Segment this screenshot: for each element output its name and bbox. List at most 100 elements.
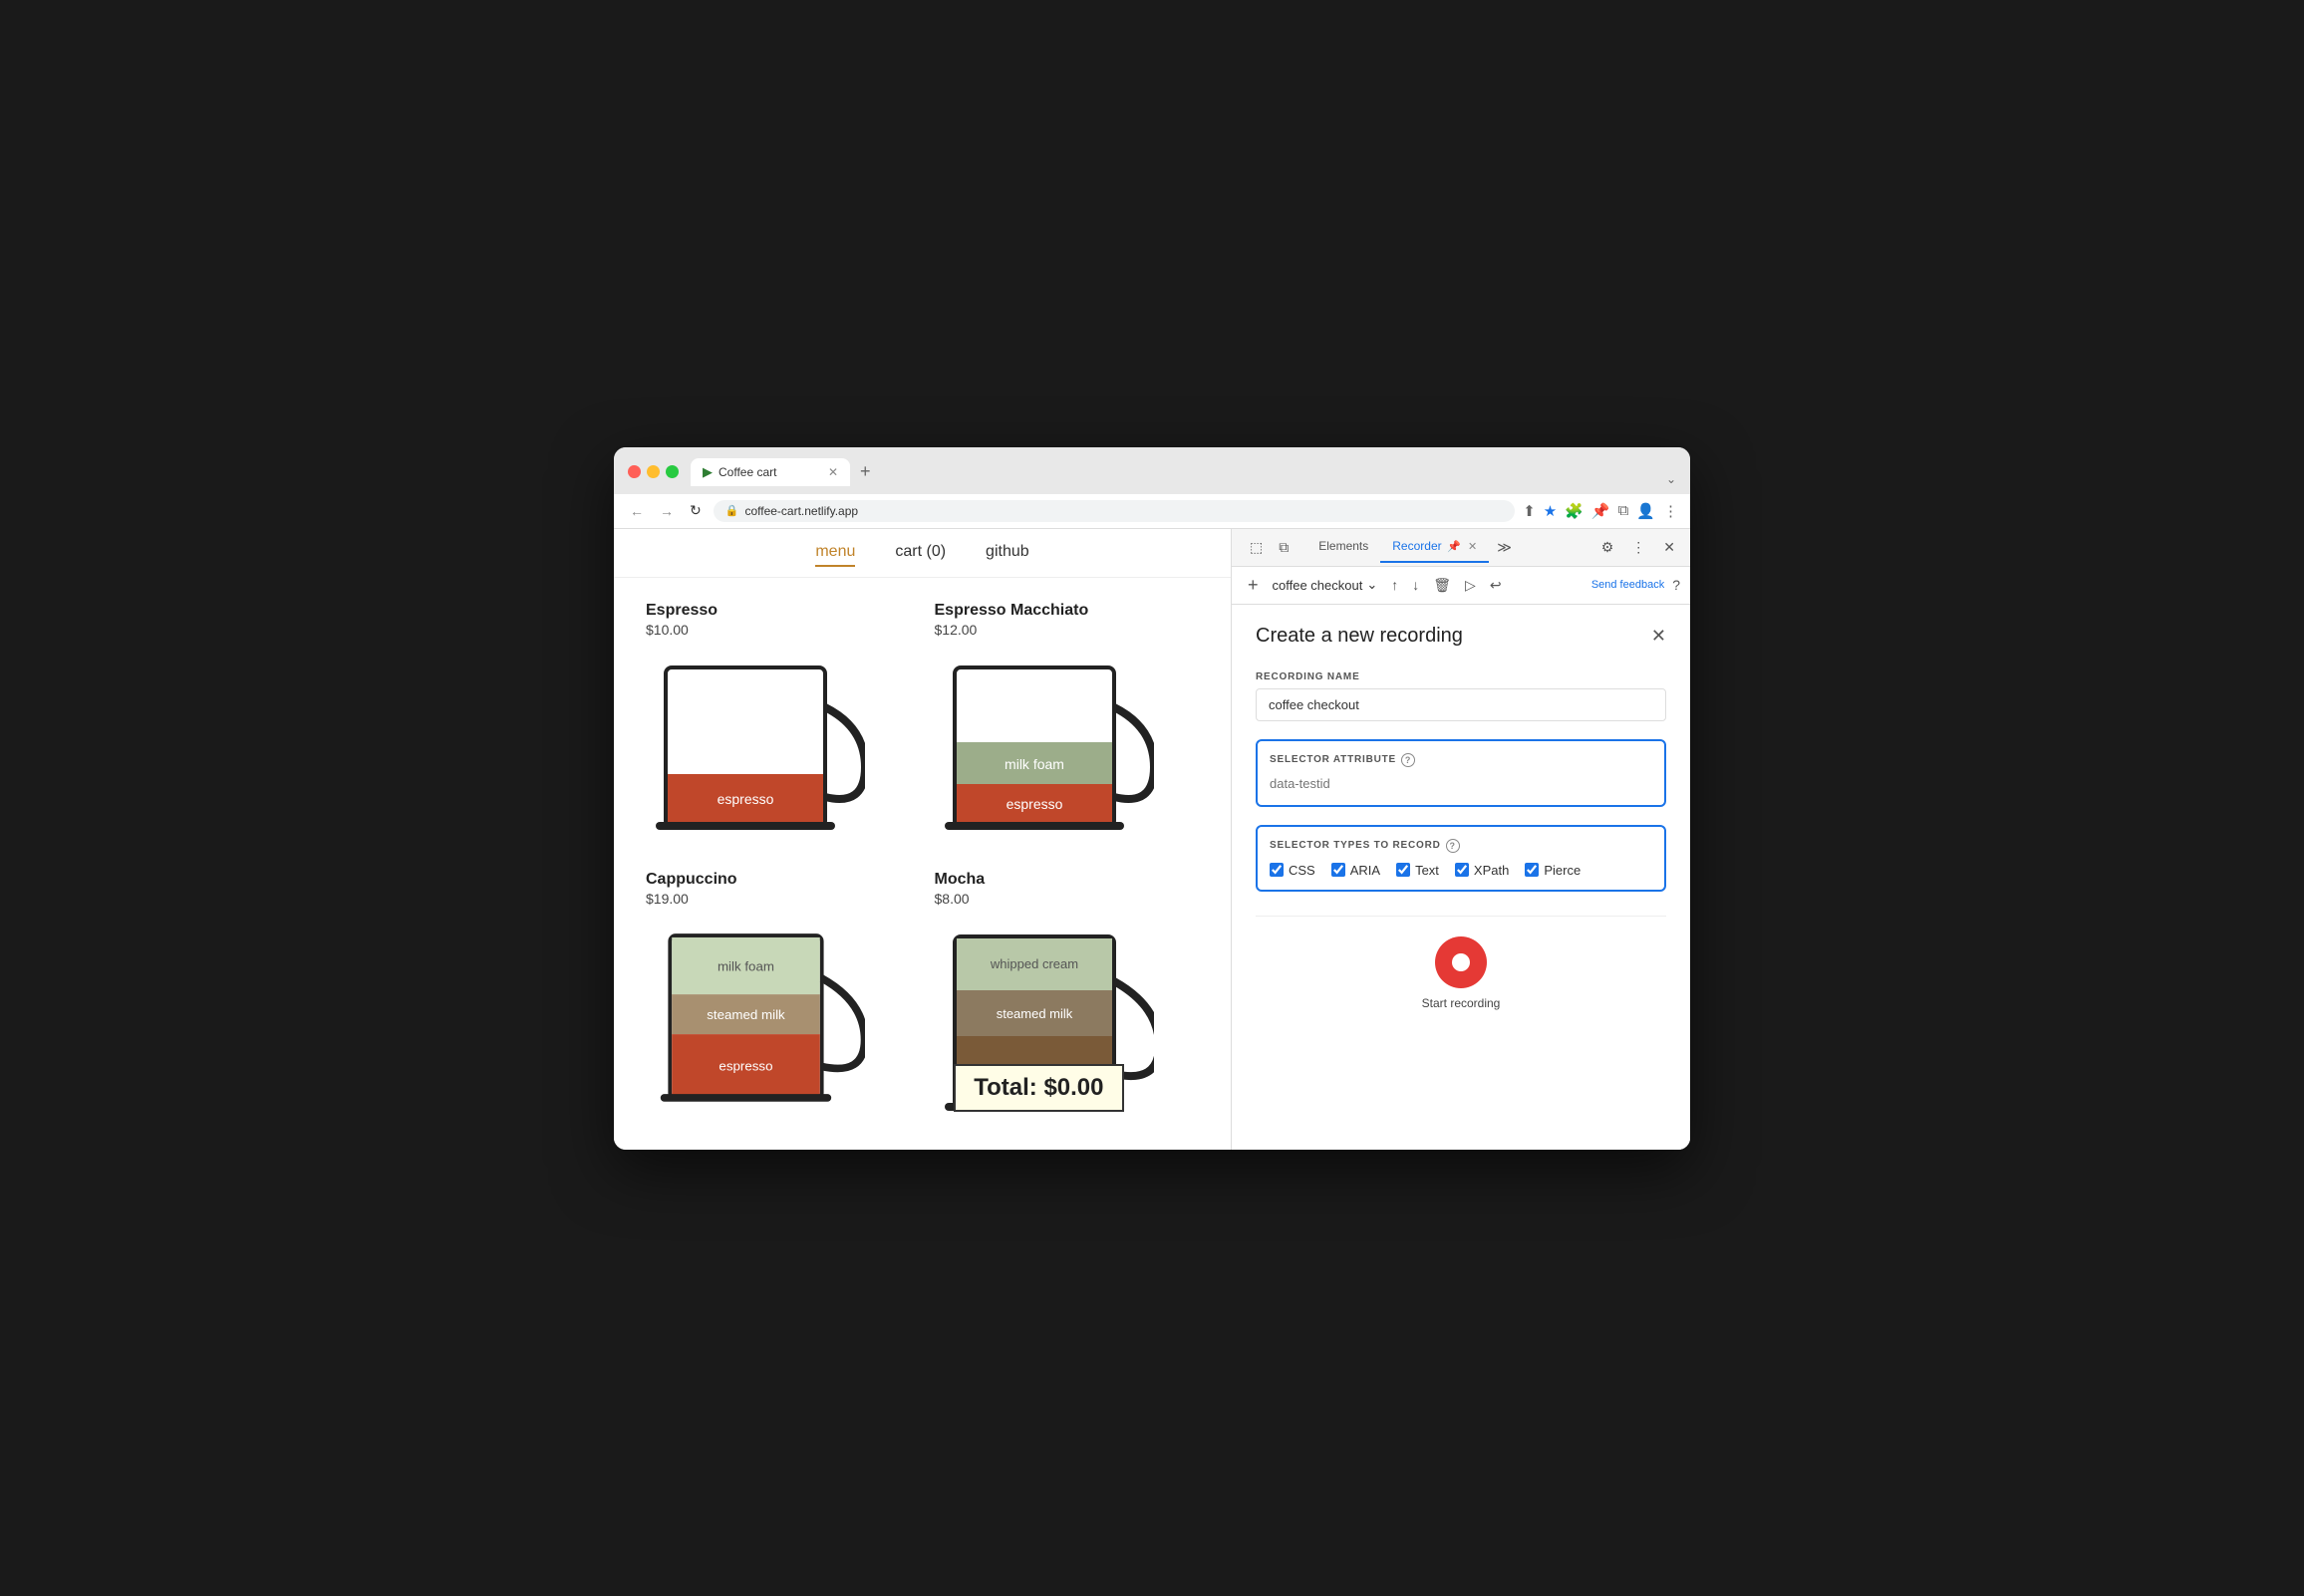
- selector-types-help-icon[interactable]: ?: [1446, 839, 1460, 853]
- lock-icon: 🔒: [725, 504, 739, 517]
- tab-close-button[interactable]: ✕: [828, 465, 838, 479]
- minimize-window-button[interactable]: [647, 465, 660, 478]
- dialog-close-button[interactable]: ✕: [1651, 626, 1666, 647]
- nav-github[interactable]: github: [986, 543, 1029, 567]
- svg-text:milk foam: milk foam: [718, 958, 774, 973]
- extensions-icon[interactable]: 🧩: [1565, 502, 1584, 520]
- nav-cart[interactable]: cart (0): [895, 543, 946, 567]
- website-panel: menu cart (0) github Espresso $10.00: [614, 529, 1232, 1150]
- checkboxes-row: CSS ARIA Text XPath: [1270, 863, 1652, 878]
- checkbox-css-input[interactable]: [1270, 863, 1284, 877]
- main-area: menu cart (0) github Espresso $10.00: [614, 529, 1690, 1150]
- close-window-button[interactable]: [628, 465, 641, 478]
- back-button[interactable]: ←: [626, 501, 648, 521]
- traffic-lights: [628, 465, 679, 478]
- devtools-panel: ⬚ ⧉ Elements Recorder 📌 ✕ ≫ ⚙ ⋮ ✕ +: [1232, 529, 1690, 1150]
- coffee-name-macchiato: Espresso Macchiato: [935, 602, 1200, 620]
- site-nav: menu cart (0) github: [614, 529, 1231, 578]
- svg-text:espresso: espresso: [718, 791, 774, 807]
- start-recording-button[interactable]: [1435, 936, 1487, 988]
- devtools-more-options-button[interactable]: ⋮: [1624, 535, 1652, 560]
- forward-button[interactable]: →: [656, 501, 678, 521]
- coffee-price-macchiato: $12.00: [935, 622, 1200, 638]
- selector-attr-input[interactable]: [1270, 776, 1652, 791]
- coffee-card-mocha[interactable]: Mocha $8.00 whipped cream steamed: [935, 871, 1200, 1126]
- coffee-price-cappuccino: $19.00: [646, 891, 911, 907]
- checkbox-text-input[interactable]: [1396, 863, 1410, 877]
- tab-recorder-close[interactable]: ✕: [1468, 541, 1477, 553]
- coffee-price-mocha: $8.00: [935, 891, 1200, 907]
- checkbox-css[interactable]: CSS: [1270, 863, 1315, 878]
- coffee-name-espresso: Espresso: [646, 602, 911, 620]
- profile-icon[interactable]: 👤: [1636, 502, 1655, 520]
- total-overlay: Total: $0.00: [954, 1064, 1123, 1112]
- address-field[interactable]: 🔒 coffee-cart.netlify.app: [714, 500, 1515, 522]
- send-feedback-link[interactable]: Send feedback: [1591, 578, 1664, 592]
- tab-recorder[interactable]: Recorder 📌 ✕: [1380, 531, 1489, 563]
- recorder-add-button[interactable]: +: [1242, 573, 1265, 598]
- recorder-toolbar-icons: ↑ ↓ 🗑 ▷ ↩: [1385, 573, 1507, 598]
- browser-toolbar-icons: ⬆ ★ 🧩 📌 ⧉ 👤 ⋮: [1523, 502, 1678, 520]
- recorder-name-dropdown[interactable]: coffee checkout ⌄: [1273, 577, 1378, 593]
- checkbox-pierce-input[interactable]: [1525, 863, 1539, 877]
- share-icon[interactable]: ⬆: [1523, 502, 1536, 520]
- more-options-icon[interactable]: ⋮: [1663, 502, 1678, 520]
- url-text: coffee-cart.netlify.app: [744, 504, 858, 518]
- devtools-settings-button[interactable]: ⚙: [1594, 535, 1621, 560]
- selector-attr-help-icon[interactable]: ?: [1401, 753, 1415, 767]
- coffee-grid: Espresso $10.00 espresso: [614, 578, 1231, 1150]
- address-bar: ← → ↻ 🔒 coffee-cart.netlify.app ⬆ ★ 🧩 📌 …: [614, 494, 1690, 529]
- svg-text:whipped cream: whipped cream: [989, 956, 1077, 971]
- maximize-window-button[interactable]: [666, 465, 679, 478]
- device-mode-button[interactable]: ⧉: [1273, 535, 1295, 560]
- recorder-import-button[interactable]: ↓: [1406, 573, 1425, 597]
- coffee-card-espresso[interactable]: Espresso $10.00 espresso: [646, 602, 911, 847]
- inspect-element-button[interactable]: ⬚: [1244, 535, 1269, 560]
- title-bar: ▶ Coffee cart ✕ + ⌄: [614, 447, 1690, 494]
- tab-favicon: ▶: [703, 464, 713, 480]
- svg-text:steamed milk: steamed milk: [707, 1006, 785, 1021]
- tab-elements[interactable]: Elements: [1306, 531, 1380, 563]
- new-tab-button[interactable]: +: [850, 457, 881, 486]
- recorder-pin-icon: 📌: [1447, 541, 1461, 553]
- coffee-cup-espresso: espresso: [646, 648, 865, 847]
- split-view-icon[interactable]: ⧉: [1618, 502, 1629, 519]
- browser-tabs-row: ▶ Coffee cart ✕ + ⌄: [691, 457, 1676, 486]
- nav-menu[interactable]: menu: [815, 543, 855, 567]
- devtools-actions: ⚙ ⋮ ✕: [1594, 535, 1682, 560]
- dialog-title: Create a new recording: [1256, 625, 1463, 648]
- bookmark-icon[interactable]: ★: [1544, 502, 1557, 520]
- coffee-name-cappuccino: Cappuccino: [646, 871, 911, 889]
- start-recording-label: Start recording: [1422, 996, 1501, 1010]
- devtools-close-button[interactable]: ✕: [1656, 535, 1682, 560]
- recording-name-input[interactable]: [1256, 688, 1666, 721]
- dialog-header: Create a new recording ✕: [1256, 625, 1666, 648]
- checkbox-xpath-input[interactable]: [1455, 863, 1469, 877]
- checkbox-aria[interactable]: ARIA: [1331, 863, 1380, 878]
- coffee-name-mocha: Mocha: [935, 871, 1200, 889]
- checkbox-aria-input[interactable]: [1331, 863, 1345, 877]
- recorder-play-button[interactable]: ▷: [1459, 573, 1482, 598]
- refresh-button[interactable]: ↻: [686, 500, 706, 521]
- browser-tab-active[interactable]: ▶ Coffee cart ✕: [691, 458, 850, 486]
- recorder-delete-button[interactable]: 🗑: [1427, 573, 1457, 598]
- recorder-export-button[interactable]: ↑: [1385, 573, 1404, 597]
- tab-title: Coffee cart: [719, 465, 776, 479]
- devtools-more-tabs-button[interactable]: ≫: [1489, 533, 1520, 562]
- recorder-replay-button[interactable]: ↩: [1484, 573, 1508, 598]
- checkbox-pierce[interactable]: Pierce: [1525, 863, 1581, 878]
- recorder-help-button[interactable]: ?: [1672, 577, 1680, 593]
- checkbox-text[interactable]: Text: [1396, 863, 1439, 878]
- coffee-price-espresso: $10.00: [646, 622, 911, 638]
- tab-overflow-button[interactable]: ⌄: [1666, 472, 1676, 486]
- coffee-card-cappuccino[interactable]: Cappuccino $19.00 milk foam steam: [646, 871, 911, 1126]
- pin-icon[interactable]: 📌: [1591, 502, 1610, 520]
- recorder-name-label: coffee checkout: [1273, 578, 1363, 593]
- selector-attribute-section: SELECTOR ATTRIBUTE ?: [1256, 739, 1666, 807]
- start-recording-area: Start recording: [1256, 916, 1666, 1020]
- checkbox-xpath[interactable]: XPath: [1455, 863, 1509, 878]
- coffee-card-macchiato[interactable]: Espresso Macchiato $12.00 milk foam espr…: [935, 602, 1200, 847]
- coffee-cup-macchiato: milk foam espresso: [935, 648, 1154, 847]
- svg-text:milk foam: milk foam: [1005, 756, 1064, 772]
- devtools-left-icons: ⬚ ⧉: [1240, 529, 1298, 566]
